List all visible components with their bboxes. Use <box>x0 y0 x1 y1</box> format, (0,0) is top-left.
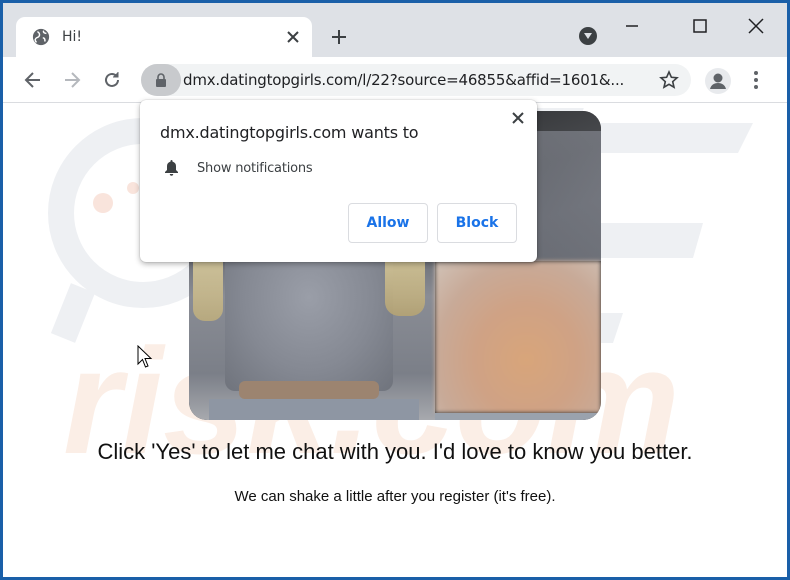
tab-title: Hi! <box>62 29 83 45</box>
photo-detail <box>435 413 601 420</box>
maximize-icon[interactable] <box>685 11 715 41</box>
close-icon[interactable] <box>510 110 526 126</box>
site-info-button[interactable] <box>141 64 181 96</box>
toolbar: dmx.datingtopgirls.com/l/22?source=46855… <box>3 57 787 103</box>
photo-blurred <box>435 261 601 413</box>
tab-active[interactable]: Hi! <box>16 17 312 59</box>
window-close-icon[interactable] <box>741 11 771 41</box>
forward-arrow-icon[interactable] <box>61 69 83 91</box>
notification-permission-dialog: dmx.datingtopgirls.com wants to Show not… <box>140 100 537 262</box>
plus-icon[interactable] <box>329 27 349 47</box>
page-headline: Click 'Yes' to let me chat with you. I'd… <box>97 439 693 464</box>
back-arrow-icon[interactable] <box>22 69 44 91</box>
profile-avatar-icon[interactable] <box>705 68 731 94</box>
permission-label: Show notifications <box>197 161 313 176</box>
photo-detail <box>239 381 379 399</box>
tab-strip: Hi! <box>3 3 787 59</box>
globe-icon <box>32 28 50 46</box>
browser-window: Hi! dmx.datingtopgirls.com/l/22?source=4… <box>3 3 787 577</box>
close-tab-icon[interactable] <box>284 28 302 46</box>
star-icon[interactable] <box>659 70 679 90</box>
photo-detail <box>209 399 419 420</box>
media-control-icon[interactable] <box>579 27 597 45</box>
minimize-icon[interactable] <box>617 11 647 41</box>
dialog-title: dmx.datingtopgirls.com wants to <box>160 123 419 142</box>
block-button[interactable]: Block <box>437 203 517 243</box>
address-bar[interactable]: dmx.datingtopgirls.com/l/22?source=46855… <box>141 64 691 96</box>
page-subline: We can shake a little after you register… <box>234 488 556 505</box>
kebab-menu-icon[interactable] <box>751 71 761 91</box>
mouse-cursor-icon <box>137 345 153 368</box>
url-text[interactable]: dmx.datingtopgirls.com/l/22?source=46855… <box>183 71 624 89</box>
allow-button[interactable]: Allow <box>348 203 428 243</box>
reload-icon[interactable] <box>101 69 123 91</box>
lock-icon <box>156 73 166 87</box>
bell-icon <box>165 160 178 176</box>
